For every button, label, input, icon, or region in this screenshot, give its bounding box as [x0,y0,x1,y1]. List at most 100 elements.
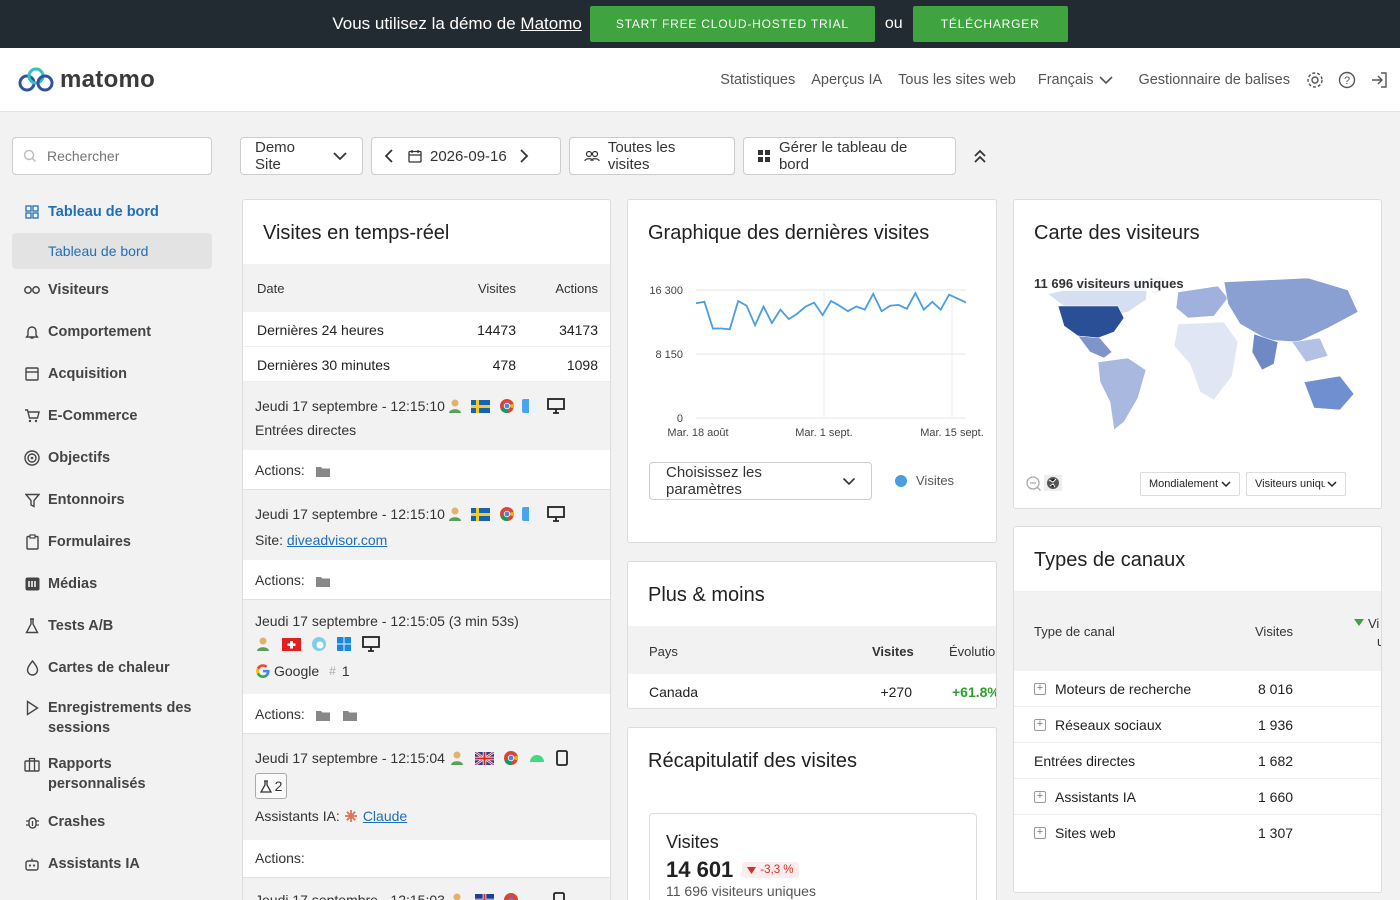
date-selector[interactable]: 2026-09-16 [371,137,561,175]
ab-test-badge[interactable]: 2 [255,773,287,799]
sidebar-item-dashboard[interactable]: Tableau de bord [24,204,159,220]
search-input[interactable] [47,148,197,164]
x-tick-label: Mar. 1 sept. [795,427,852,439]
drop-icon [24,660,40,676]
world-map[interactable] [1028,272,1368,442]
series-line-visites [695,291,967,331]
manage-dashboard-button[interactable]: Gérer le tableau de bord [743,137,956,175]
sidebar: Tableau de bord Tableau de bord Visiteur… [0,112,226,900]
sidebar-item-visitors[interactable]: Visiteurs [24,282,109,298]
evolution-value: +61.8% [952,684,997,700]
table-row[interactable]: Canada +270 +61.8% [628,674,997,708]
expand-icon[interactable]: + [1034,827,1046,839]
visit-entry[interactable]: Jeudi 17 septembre - 12:15:05 (3 min 53s… [243,600,610,694]
sidebar-item-media[interactable]: Médias [24,576,97,592]
matomo-logo[interactable]: matomo [18,66,155,94]
folder-icon[interactable] [343,710,357,721]
metric-select[interactable]: Visiteurs uniques [1246,472,1346,496]
nav-tag-manager[interactable]: Gestionnaire de balises [1138,72,1290,88]
folder-icon[interactable] [316,576,330,587]
demo-banner: Vous utilisez la démo de Matomo START FR… [0,0,1400,48]
sidebar-item-acquisition[interactable]: Acquisition [24,366,127,382]
download-button[interactable]: TÉLÉCHARGER [912,6,1068,42]
visitor-profile-icon[interactable] [449,892,465,900]
search-rank: 1 [341,663,350,679]
visitor-profile-icon[interactable] [447,506,463,522]
referrer-link[interactable]: diveadvisor.com [287,532,387,548]
expand-icon[interactable]: + [1034,682,1046,695]
visit-entry[interactable]: Jeudi 17 septembre - 12:15:04 2 Assistan… [243,734,610,840]
sidebar-item-ab-tests[interactable]: Tests A/B [24,618,113,634]
metric-label: Visiteurs uniques [1255,478,1325,490]
site-label: Demo Site [255,139,296,173]
sidebar-item-goals[interactable]: Objectifs [24,450,110,466]
line-chart[interactable]: 16 300 8 150 0 Mar. 18 août Mar. 1 sept. Mar.… [628,280,996,460]
region-select[interactable]: Mondialement [1140,472,1240,496]
chevron-left-icon[interactable] [384,149,394,163]
change-value: -3,3 % [760,864,794,876]
sidebar-item-ecommerce[interactable]: E-Commerce [24,408,137,424]
visit-entry[interactable]: Jeudi 17 septembre - 12:15:03 [243,878,610,900]
folder-icon[interactable] [316,710,330,721]
map-zoom-controls[interactable] [1024,474,1064,492]
sidebar-subitem-dashboard[interactable]: Tableau de bord [12,233,212,269]
chart-legend[interactable]: Visites [895,473,954,488]
matomo-link[interactable]: Matomo [520,14,581,33]
sidebar-item-label: E-Commerce [48,408,138,424]
nav-statistiques[interactable]: Statistiques [720,72,795,88]
segment-selector[interactable]: Toutes les visites [569,137,735,175]
actions-label: Actions: [255,850,305,866]
table-row[interactable]: + Sites web 1 307 [1014,815,1381,851]
summary-box[interactable]: Visites 14 601 -3,3 % 11 696 visiteurs u… [649,813,977,900]
logout-icon[interactable] [1370,71,1388,89]
site-selector[interactable]: Demo Site [240,137,363,175]
sidebar-item-custom-reports[interactable]: Rapports personnalisés [24,754,198,794]
target-icon [24,450,40,466]
y-tick-label: 0 [677,413,683,425]
visitor-profile-icon[interactable] [255,636,271,652]
visitor-profile-icon[interactable] [447,398,463,414]
table-row[interactable]: + Assistants IA 1 660 [1014,779,1381,815]
sidebar-item-forms[interactable]: Formulaires [24,534,131,550]
free-trial-button[interactable]: START FREE CLOUD-HOSTED TRIAL [589,6,875,42]
row-label: Dernières 24 heures [257,322,384,338]
google-icon [256,664,270,678]
gear-icon[interactable] [1306,71,1324,89]
visit-entry[interactable]: Jeudi 17 septembre - 12:15:10 Site: dive… [243,490,610,560]
table-row[interactable]: + Moteurs de recherche 8 016 [1014,671,1381,707]
choose-parameters-dropdown[interactable]: Choisissez les paramètres [649,462,872,500]
collapse-icon[interactable] [973,148,987,164]
sidebar-item-ai-assistants[interactable]: Assistants IA [24,856,140,872]
visitor-profile-icon[interactable] [449,750,465,766]
visit-entry[interactable]: Jeudi 17 septembre - 12:15:10 Entrées di… [243,382,610,450]
nav-apercus-ia[interactable]: Aperçus IA [811,72,882,88]
ai-assistant-link[interactable]: Claude [363,808,407,824]
column-header: Actions [555,281,598,296]
nav-all-websites[interactable]: Tous les sites web [898,72,1016,88]
sidebar-item-crashes[interactable]: Crashes [24,814,105,830]
chevron-right-icon[interactable] [519,149,529,163]
date-label: 2026-09-16 [430,147,507,165]
expand-icon[interactable]: + [1034,790,1046,803]
column-header: Pays [649,644,678,659]
android-icon [529,755,544,762]
actions-label: Actions: [255,572,305,588]
sidebar-item-behaviour[interactable]: Comportement [24,324,151,340]
widget-title: Visites en temps-réel [263,222,450,244]
channel-label: Réseaux sociaux [1055,716,1162,733]
sidebar-item-session-recordings[interactable]: Enregistrements des sessions [24,698,198,738]
sidebar-item-funnels[interactable]: Entonnoirs [24,492,125,508]
expand-icon[interactable]: + [1034,718,1046,731]
language-selector[interactable]: Français [1038,72,1115,88]
sort-desc-icon[interactable] [1354,619,1364,626]
folder-icon[interactable] [316,466,330,477]
help-icon[interactable]: ? [1338,71,1356,89]
table-row[interactable]: Entrées directes 1 682 [1014,743,1381,779]
table-row[interactable]: + Réseaux sociaux 1 936 [1014,707,1381,743]
channel-value: 8 016 [1258,680,1294,697]
sidebar-item-heatmaps[interactable]: Cartes de chaleur [24,660,170,676]
visits-overview-graph-widget: Graphique des dernières visites 16 300 8 … [627,199,997,543]
search-box[interactable] [12,137,212,175]
demo-text: Vous utilisez la démo de Matomo [332,14,582,33]
sidebar-item-label: Acquisition [48,366,127,382]
